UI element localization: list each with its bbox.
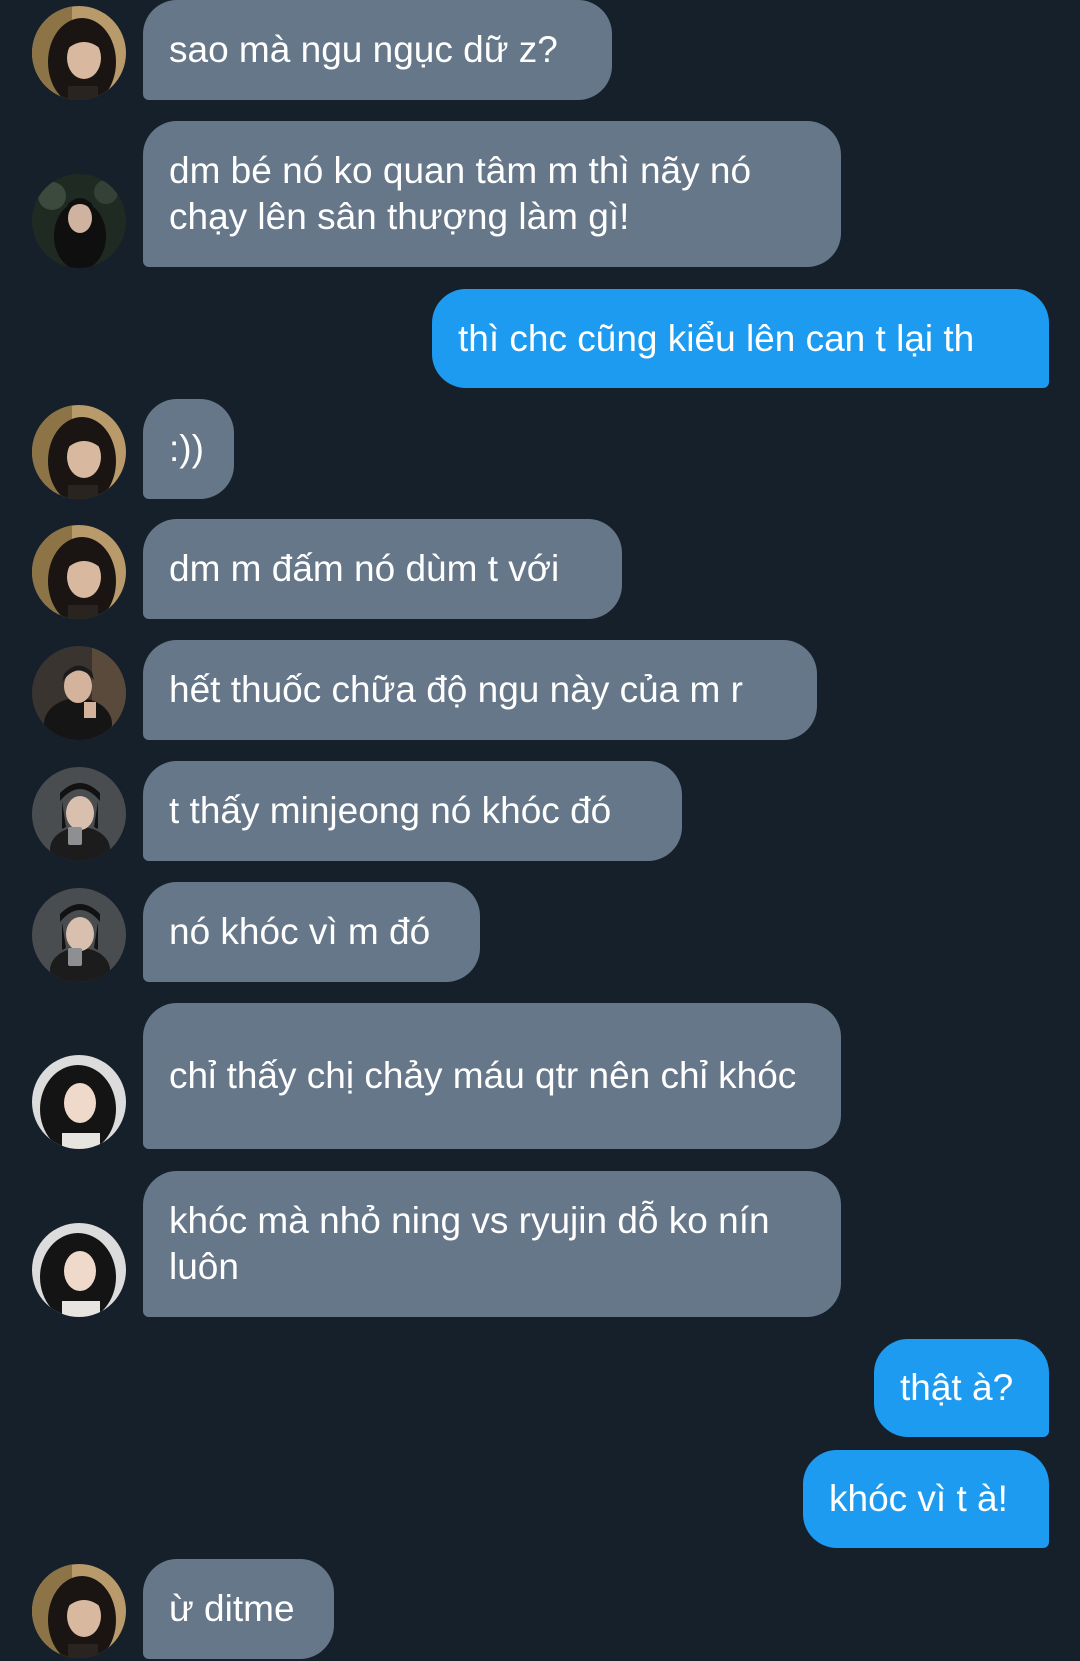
message-bubble[interactable]: khóc mà nhỏ ning vs ryujin dỗ ko nín luô…: [143, 1171, 841, 1317]
message-bubble[interactable]: sao mà ngu ngục dữ z?: [143, 0, 612, 100]
message-bubble[interactable]: dm bé nó ko quan tâm m thì nãy nó chạy l…: [143, 121, 841, 267]
avatar[interactable]: [32, 888, 126, 982]
avatar-photo-icon: [32, 525, 126, 619]
avatar-photo-icon: [32, 646, 126, 740]
avatar[interactable]: [32, 767, 126, 861]
message-text: khóc vì t à!: [829, 1478, 1008, 1519]
message-bubble[interactable]: thì chc cũng kiểu lên can t lại th: [432, 289, 1049, 388]
message-text: t thấy minjeong nó khóc đó: [169, 790, 612, 831]
avatar[interactable]: [32, 6, 126, 100]
message-bubble[interactable]: t thấy minjeong nó khóc đó: [143, 761, 682, 861]
avatar[interactable]: [32, 525, 126, 619]
message-text: dm m đấm nó dùm t với: [169, 548, 560, 589]
message-text: thì chc cũng kiểu lên can t lại th: [458, 317, 975, 359]
message-bubble[interactable]: ừ ditme: [143, 1559, 334, 1659]
message-bubble[interactable]: hết thuốc chữa độ ngu này của m r: [143, 640, 817, 740]
message-text: thật à?: [900, 1367, 1014, 1408]
message-bubble[interactable]: thật à?: [874, 1339, 1049, 1437]
message-bubble[interactable]: khóc vì t à!: [803, 1450, 1049, 1548]
avatar[interactable]: [32, 405, 126, 499]
message-bubble[interactable]: :)): [143, 399, 234, 499]
avatar-photo-icon: [32, 1055, 126, 1149]
message-text: khóc mà nhỏ ning vs ryujin dỗ ko nín luô…: [169, 1200, 770, 1287]
message-text: :)): [169, 428, 204, 469]
message-text: dm bé nó ko quan tâm m thì nãy nó chạy l…: [169, 150, 752, 237]
avatar-photo-icon: [32, 1223, 126, 1317]
avatar[interactable]: [32, 1223, 126, 1317]
avatar-photo-icon: [32, 405, 126, 499]
message-text: nó khóc vì m đó: [169, 911, 431, 952]
avatar[interactable]: [32, 1564, 126, 1658]
avatar[interactable]: [32, 1055, 126, 1149]
avatar[interactable]: [32, 174, 126, 268]
message-text: sao mà ngu ngục dữ z?: [169, 29, 558, 70]
message-text: chỉ thấy chị chảy máu qtr nên chỉ khóc: [169, 1055, 797, 1096]
avatar-photo-icon: [32, 888, 126, 982]
message-text: ừ ditme: [169, 1588, 295, 1629]
avatar-photo-icon: [32, 174, 126, 268]
message-bubble[interactable]: dm m đấm nó dùm t với: [143, 519, 622, 619]
avatar[interactable]: [32, 646, 126, 740]
avatar-photo-icon: [32, 1564, 126, 1658]
message-bubble[interactable]: chỉ thấy chị chảy máu qtr nên chỉ khóc: [143, 1003, 841, 1149]
chat-thread: sao mà ngu ngục dữ z? dm bé nó ko quan t…: [0, 0, 1080, 1661]
message-bubble[interactable]: nó khóc vì m đó: [143, 882, 480, 982]
message-text: hết thuốc chữa độ ngu này của m r: [169, 669, 743, 710]
avatar-photo-icon: [32, 767, 126, 861]
avatar-photo-icon: [32, 6, 126, 100]
